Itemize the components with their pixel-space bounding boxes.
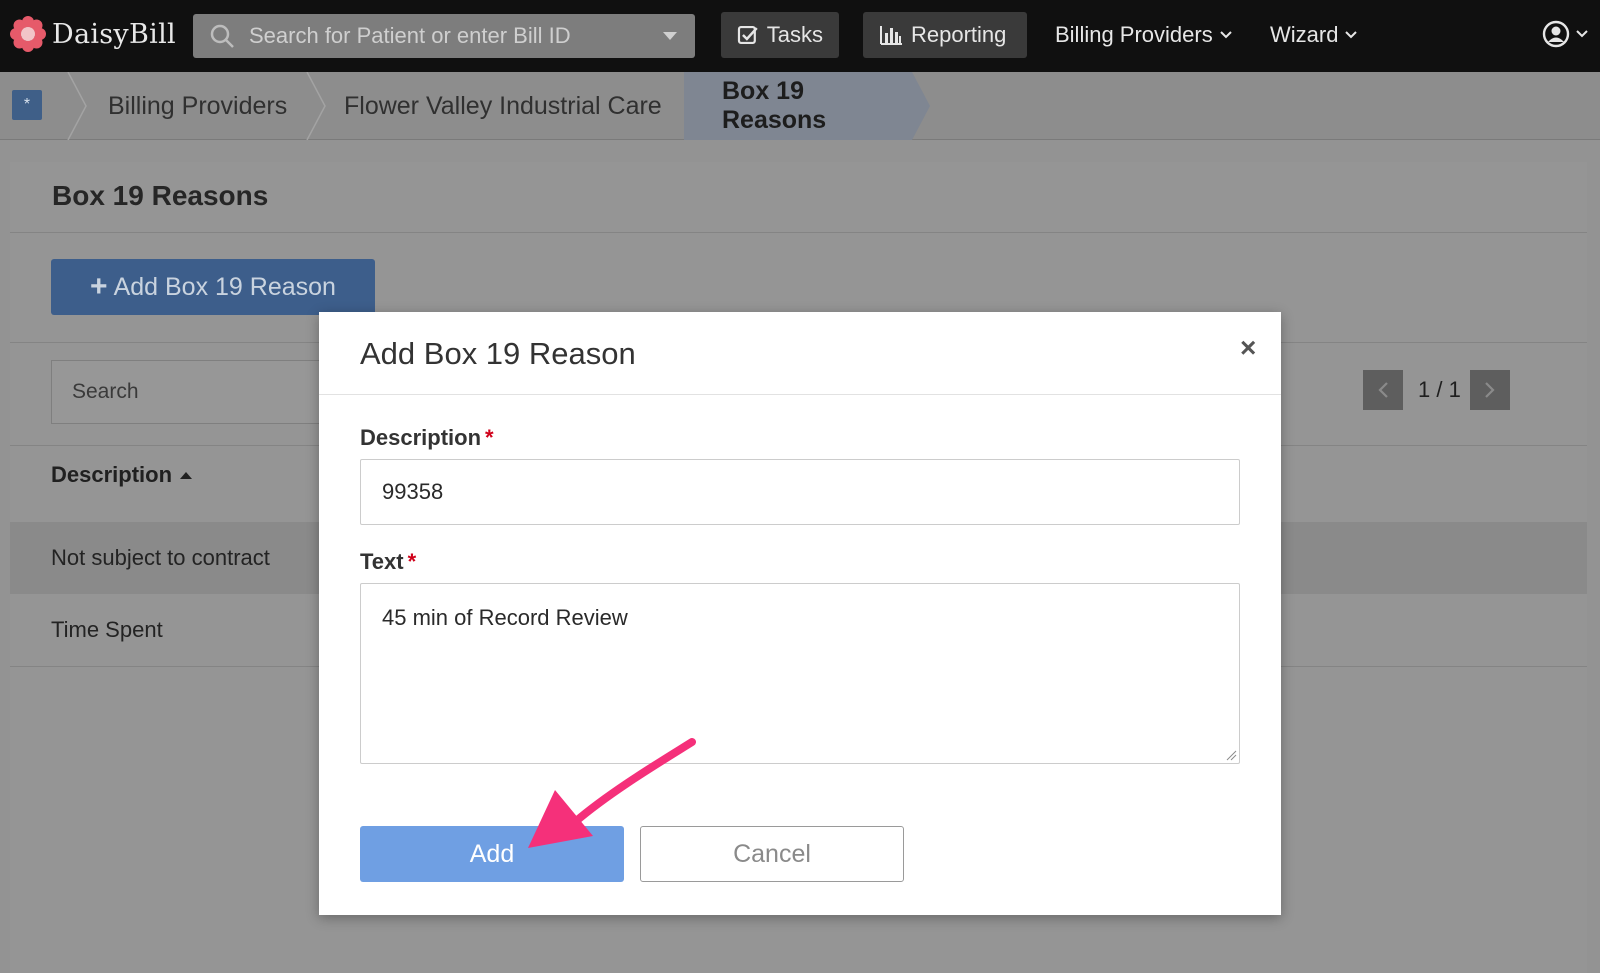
required-marker: * (407, 549, 417, 574)
sort-up-icon (180, 471, 193, 479)
reporting-button[interactable]: Reporting (863, 12, 1027, 58)
user-icon (1542, 20, 1570, 48)
add-box19-reason-label: Add Box 19 Reason (113, 272, 336, 301)
chevron-left-icon (1378, 382, 1388, 398)
wizard-menu[interactable]: Wizard (1270, 22, 1358, 48)
breadcrumb-box19-reasons: Box 19 Reasons (684, 72, 912, 140)
modal-divider (319, 394, 1281, 395)
chevron-down-icon (1345, 31, 1358, 39)
row-description: Time Spent (51, 617, 163, 642)
user-menu[interactable] (1542, 20, 1589, 48)
description-column-header[interactable]: Description (51, 462, 193, 488)
home-icon[interactable]: * (12, 90, 42, 120)
chevron-down-icon (1220, 31, 1232, 39)
top-navbar: DaisyBill Search for Patient or enter Bi… (0, 0, 1600, 72)
modal-title: Add Box 19 Reason (360, 336, 636, 371)
cancel-button[interactable]: Cancel (640, 826, 904, 882)
chevron-down-icon (1576, 30, 1588, 38)
required-marker: * (485, 425, 494, 450)
text-label-text: Text (360, 549, 404, 574)
description-field[interactable]: 99358 (360, 459, 1240, 525)
breadcrumb-separator (306, 72, 326, 140)
column-header-label: Description (51, 462, 173, 487)
list-search-placeholder: Search (72, 380, 139, 403)
bar-chart-icon (880, 26, 902, 45)
search-icon (210, 24, 234, 48)
divider (10, 232, 1587, 233)
billing-providers-menu[interactable]: Billing Providers (1055, 22, 1233, 48)
search-placeholder: Search for Patient or enter Bill ID (249, 23, 571, 48)
breadcrumb-flower-valley[interactable]: Flower Valley Industrial Care (344, 72, 662, 140)
pager-status: 1 / 1 (1418, 377, 1461, 402)
daisy-logo-icon (10, 16, 46, 52)
list-search-input[interactable]: Search (51, 360, 341, 424)
chevron-right-icon (1485, 382, 1495, 398)
page-title: Box 19 Reasons (52, 180, 269, 211)
pager-next-button[interactable] (1470, 370, 1510, 410)
description-value: 99358 (382, 479, 444, 504)
reporting-label: Reporting (911, 22, 1007, 47)
text-label: Text * (360, 549, 416, 575)
add-box19-reason-button[interactable]: + Add Box 19 Reason (51, 259, 375, 315)
description-label: Description * (360, 425, 494, 451)
plus-icon: + (90, 270, 108, 303)
wizard-label: Wizard (1270, 22, 1339, 47)
dropdown-caret-icon[interactable] (663, 32, 677, 40)
add-box19-reason-modal: Add Box 19 Reason × Description * 99358 T… (319, 312, 1281, 915)
logo[interactable]: DaisyBill (10, 16, 176, 52)
breadcrumb-billing-providers[interactable]: Billing Providers (108, 72, 287, 140)
breadcrumb: * Billing Providers Flower Valley Indust… (0, 72, 1600, 140)
text-value: 45 min of Record Review (382, 605, 628, 630)
breadcrumb-separator (67, 72, 87, 140)
billing-providers-label: Billing Providers (1055, 22, 1213, 47)
tasks-button[interactable]: Tasks (721, 12, 839, 58)
row-description: Not subject to contract (51, 545, 270, 570)
add-button[interactable]: Add (360, 826, 624, 882)
logo-text: DaisyBill (52, 18, 176, 50)
tasks-label: Tasks (766, 22, 823, 47)
checkbox-icon (737, 26, 758, 44)
breadcrumb-active-arrow (912, 72, 930, 140)
resize-handle-icon[interactable] (1225, 749, 1237, 761)
description-label-text: Description (360, 425, 482, 450)
close-icon[interactable]: × (1240, 332, 1256, 364)
pager-prev-button[interactable] (1363, 370, 1403, 410)
patient-search-input[interactable]: Search for Patient or enter Bill ID (193, 14, 695, 58)
text-textarea[interactable]: 45 min of Record Review (360, 583, 1240, 764)
